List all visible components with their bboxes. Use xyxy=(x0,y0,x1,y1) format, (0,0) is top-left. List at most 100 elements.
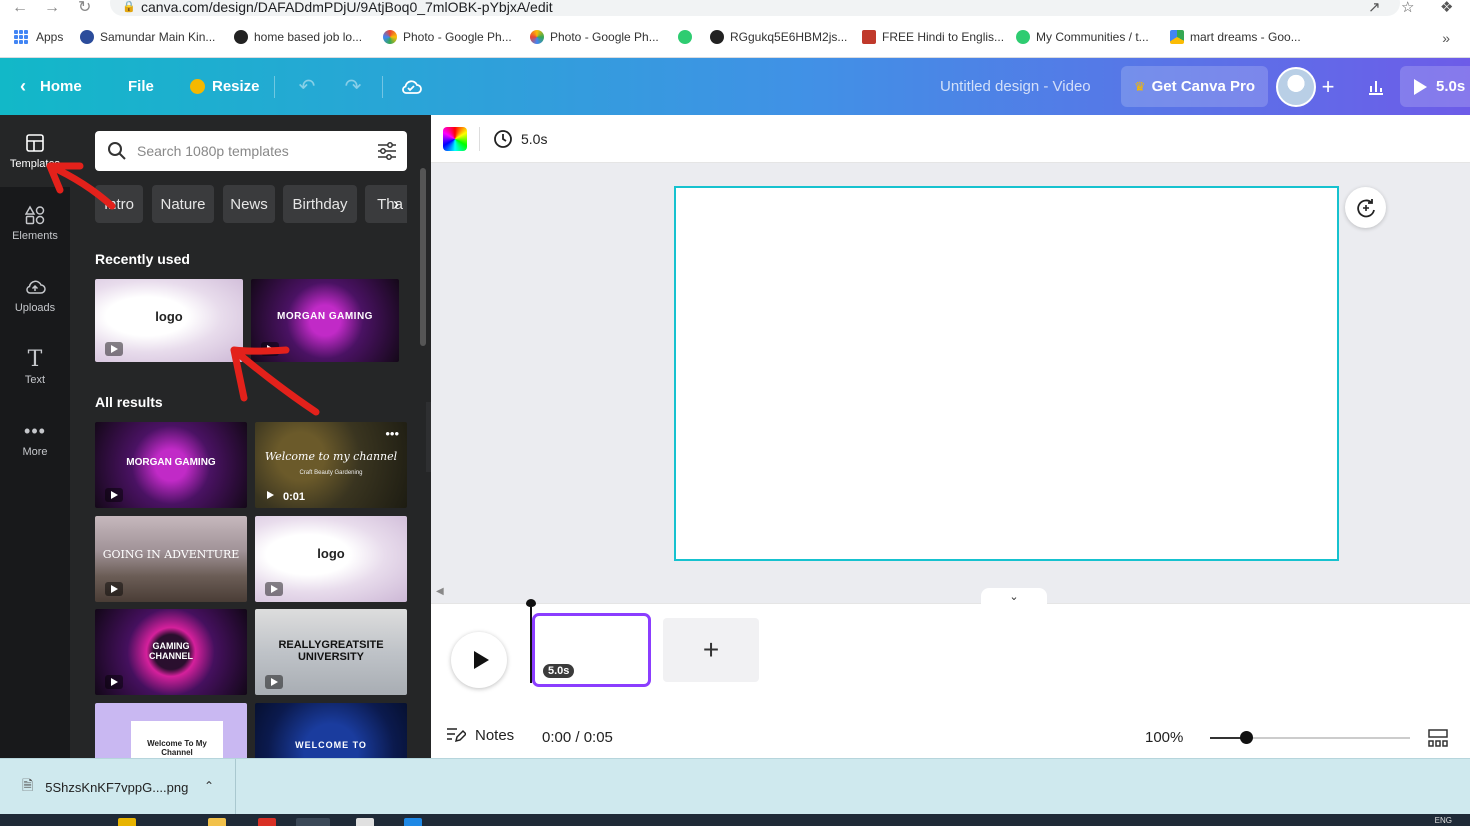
rail-item-uploads[interactable]: Uploads xyxy=(0,259,70,331)
play-button[interactable] xyxy=(451,632,507,688)
filter-sliders-icon[interactable] xyxy=(377,142,397,165)
playhead[interactable] xyxy=(526,599,536,683)
panel-scrollbar[interactable] xyxy=(420,168,426,346)
rail-item-elements[interactable]: Elements xyxy=(0,187,70,259)
zoom-percentage[interactable]: 100% xyxy=(1145,729,1183,746)
design-page[interactable] xyxy=(674,186,1339,561)
insights-chart-icon[interactable] xyxy=(1362,58,1390,115)
share-icon[interactable]: ↗ xyxy=(1368,0,1381,15)
template-thumbnail[interactable]: logo xyxy=(95,279,243,362)
template-thumbnail[interactable]: GAMING CHANNEL xyxy=(95,609,247,695)
avatar[interactable] xyxy=(1276,67,1316,107)
design-title[interactable]: Untitled design - Video xyxy=(940,58,1091,115)
taskbar-app-icon[interactable] xyxy=(356,818,374,826)
template-thumbnail[interactable]: WELCOME TO xyxy=(255,703,407,758)
timeline-clip[interactable]: 5.0s xyxy=(532,613,651,687)
grid-view-icon[interactable] xyxy=(1428,729,1448,752)
file-button[interactable]: File xyxy=(128,58,154,115)
thumbnail-subtext: Craft Beauty Gardening xyxy=(299,470,363,476)
template-thumbnail[interactable]: logo xyxy=(255,516,407,602)
back-arrow-icon[interactable]: ← xyxy=(12,0,28,16)
zoom-slider-handle[interactable] xyxy=(1240,731,1253,744)
bookmark-label: Apps xyxy=(36,30,64,44)
template-thumbnail[interactable]: MORGAN GAMING xyxy=(251,279,399,362)
download-item[interactable]: 🗎 5ShzsKnKF7vppG....png ⌃ xyxy=(0,759,236,815)
rail-item-templates[interactable]: Templates xyxy=(0,115,70,187)
url-text[interactable]: canva.com/design/DAFADdmPDjU/9AtjBoq0_7m… xyxy=(141,0,553,15)
chip-intro[interactable]: Intro xyxy=(95,185,143,223)
undo-icon[interactable]: ↶ xyxy=(292,58,322,115)
more-options-icon[interactable]: ••• xyxy=(385,426,399,441)
bookmark-item[interactable]: Photo - Google Ph... xyxy=(383,30,512,44)
taskbar-active-icon[interactable] xyxy=(296,818,330,826)
chip-nature[interactable]: Nature xyxy=(152,185,214,223)
bookmark-item[interactable]: home based job lo... xyxy=(234,30,362,44)
template-thumbnail[interactable]: Welcome to my channel Craft Beauty Garde… xyxy=(255,422,407,508)
bookmark-item[interactable]: Samundar Main Kin... xyxy=(80,30,215,44)
home-button[interactable]: ‹ Home xyxy=(20,58,82,115)
template-thumbnail[interactable]: GOING IN ADVENTURE xyxy=(95,516,247,602)
category-chips: Intro Nature News Birthday Tha › xyxy=(95,185,407,223)
get-canva-pro-button[interactable]: ♛ Get Canva Pro xyxy=(1121,66,1268,107)
video-play-icon xyxy=(265,675,283,689)
taskbar-folder-icon[interactable] xyxy=(208,818,226,826)
green-circle-icon xyxy=(1016,30,1030,44)
notes-button[interactable]: Notes xyxy=(446,726,514,744)
taskbar-app-icon[interactable] xyxy=(404,818,422,826)
bookmark-apps[interactable]: Apps xyxy=(14,30,63,44)
reload-icon[interactable]: ↻ xyxy=(78,0,91,16)
scroll-left-icon[interactable]: ◀ xyxy=(436,586,444,597)
forward-arrow-icon[interactable]: → xyxy=(44,0,60,16)
resize-label: Resize xyxy=(212,78,260,95)
template-search xyxy=(95,131,407,171)
taskbar-app-icon[interactable] xyxy=(118,818,136,826)
search-input[interactable] xyxy=(137,131,367,171)
rail-item-more[interactable]: ••• More xyxy=(0,403,70,475)
cloud-saved-icon[interactable] xyxy=(396,58,426,115)
chip-news[interactable]: News xyxy=(223,185,275,223)
bookmark-item[interactable] xyxy=(678,30,698,44)
template-thumbnail[interactable]: REALLYGREATSITE UNIVERSITY xyxy=(255,609,407,695)
downloads-bar: 🗎 5ShzsKnKF7vppG....png ⌃ xyxy=(0,758,1470,815)
video-duration: 0:01 xyxy=(283,491,306,503)
play-icon xyxy=(1414,78,1427,95)
bookmark-label: Photo - Google Ph... xyxy=(403,30,512,44)
chevron-up-icon[interactable]: ⌃ xyxy=(204,779,214,793)
bookmark-item[interactable]: RGgukq5E6HBM2js... xyxy=(710,30,847,44)
language-indicator[interactable]: ENG xyxy=(1435,816,1452,825)
timeline-toggle[interactable]: ⌄ xyxy=(981,588,1047,604)
bookmark-star-icon[interactable]: ☆ xyxy=(1401,0,1414,15)
background-color-swatch[interactable] xyxy=(443,127,467,151)
taskbar-chrome-icon[interactable] xyxy=(258,818,276,826)
bookmark-item[interactable]: FREE Hindi to Englis... xyxy=(862,30,1004,44)
thumbnail-text: Welcome to my channel xyxy=(264,450,398,463)
duration-button[interactable]: 5.0s xyxy=(493,127,547,151)
browser-toolbar: ← → ↻ 🔒 canva.com/design/DAFADdmPDjU/9At… xyxy=(0,0,1470,18)
bookmarks-overflow-icon[interactable]: » xyxy=(1442,30,1450,46)
file-label: File xyxy=(128,78,154,95)
redo-icon[interactable]: ↷ xyxy=(338,58,368,115)
zoom-slider[interactable] xyxy=(1210,731,1410,744)
google-photos-icon xyxy=(530,30,544,44)
chip-birthday[interactable]: Birthday xyxy=(283,185,357,223)
add-people-icon[interactable]: + xyxy=(1316,58,1340,115)
bookmark-item[interactable]: mart dreams - Goo... xyxy=(1170,30,1301,44)
present-button[interactable]: 5.0s xyxy=(1400,66,1470,107)
rail-item-text[interactable]: T Text xyxy=(0,331,70,403)
time-readout: 0:00 / 0:05 xyxy=(542,729,613,746)
header-divider xyxy=(382,76,383,98)
extensions-puzzle-icon[interactable]: ❖ xyxy=(1440,0,1453,15)
rail-label: Text xyxy=(24,374,46,386)
chevron-right-icon[interactable]: › xyxy=(385,185,407,223)
bookmark-item[interactable]: Photo - Google Ph... xyxy=(530,30,659,44)
template-thumbnail[interactable]: MORGAN GAMING xyxy=(95,422,247,508)
add-page-button[interactable]: + xyxy=(663,618,759,682)
text-icon: T xyxy=(27,346,43,372)
template-thumbnail[interactable]: Welcome To My Channel xyxy=(95,703,247,758)
green-circle-icon xyxy=(678,30,692,44)
bookmark-item[interactable]: My Communities / t... xyxy=(1016,30,1149,44)
rail-label: Templates xyxy=(9,158,61,170)
regenerate-button[interactable] xyxy=(1345,187,1386,228)
resize-button[interactable]: Resize xyxy=(190,58,260,115)
rail-label: More xyxy=(22,446,48,458)
